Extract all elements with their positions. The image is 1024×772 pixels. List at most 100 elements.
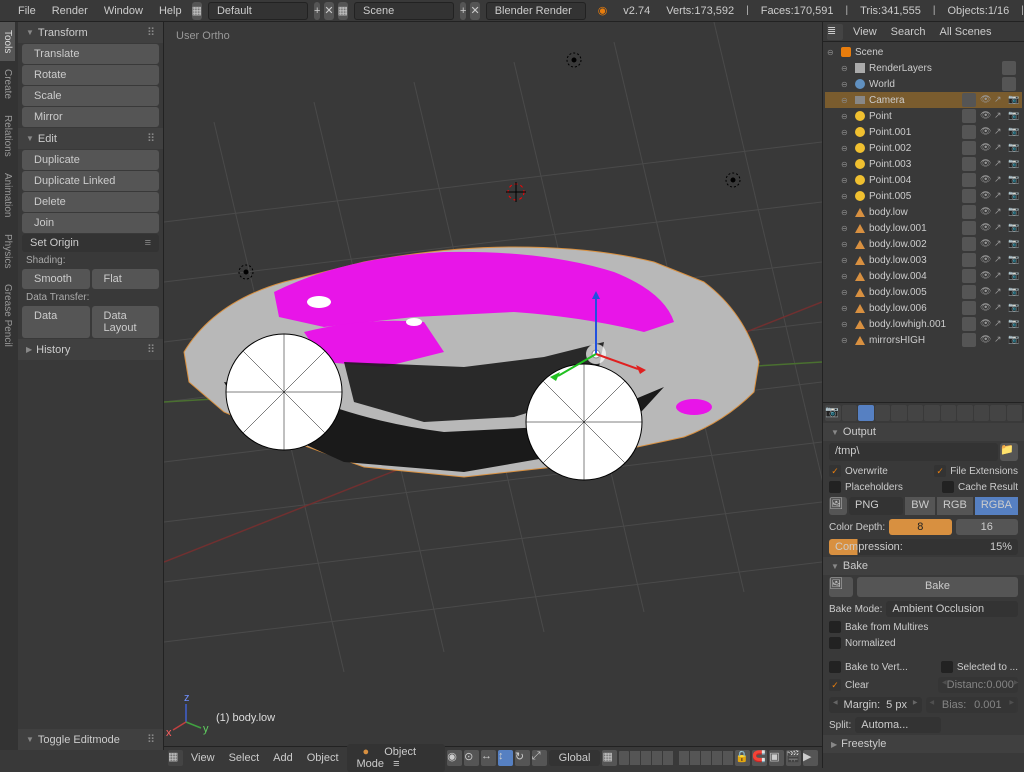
freestyle-header[interactable]: Freestyle (823, 735, 1024, 753)
tab-tools[interactable]: Tools (0, 22, 15, 61)
menu-file[interactable]: File (10, 5, 44, 17)
clear-check[interactable] (829, 679, 841, 691)
renderer-selector[interactable]: Blender Render (486, 2, 586, 20)
layout-delete-icon[interactable]: ✕ (324, 2, 333, 20)
placeholders-check[interactable] (829, 481, 841, 493)
outliner-item-body-lowhigh-001[interactable]: ⊖body.lowhigh.001👁↗📷 (825, 316, 1022, 332)
toggle-editmode-header[interactable]: Toggle Editmode⠿ (18, 729, 163, 750)
overwrite-check[interactable] (829, 465, 841, 477)
orientation-selector[interactable]: Global (549, 750, 601, 766)
set-origin-dropdown[interactable]: Set Origin (22, 234, 159, 252)
join-button[interactable]: Join (22, 213, 159, 233)
menu-add[interactable]: Add (267, 752, 299, 764)
render-anim-icon[interactable]: ▶ (803, 750, 818, 766)
format-dropdown[interactable]: PNG (849, 497, 903, 515)
bake-image-icon[interactable]: 🖼 (829, 577, 853, 597)
tab-render[interactable]: 📷 (825, 405, 841, 421)
tab-data[interactable] (941, 405, 957, 421)
outliner-item-Scene[interactable]: ⊖Scene (825, 44, 1022, 60)
tab-texture[interactable] (974, 405, 990, 421)
outliner-display-mode[interactable]: All Scenes (936, 26, 996, 38)
editor-type-outliner-icon[interactable]: ≣ (827, 24, 843, 40)
mode-selector[interactable]: ● Object Mode ≡ (347, 744, 446, 772)
scene-selector[interactable]: Scene (354, 2, 454, 20)
pivot-icon[interactable]: ⊙ (464, 750, 479, 766)
compression-slider[interactable]: Compression:15% (829, 539, 1018, 555)
outliner-item-body-low-006[interactable]: ⊖body.low.006👁↗📷 (825, 300, 1022, 316)
file-ext-check[interactable] (934, 465, 946, 477)
split-dropdown[interactable]: Automa... (855, 717, 940, 733)
menu-object[interactable]: Object (301, 752, 345, 764)
history-header[interactable]: History⠿ (18, 339, 163, 360)
layer-buttons[interactable] (619, 751, 733, 765)
outliner-item-Point-001[interactable]: ⊖Point.001👁↗📷 (825, 124, 1022, 140)
tab-render-layers[interactable] (842, 405, 858, 421)
tab-particles[interactable] (990, 405, 1006, 421)
lock-camera-icon[interactable]: 🔒 (735, 750, 750, 766)
mirror-button[interactable]: Mirror (22, 107, 159, 127)
outliner-item-Point-005[interactable]: ⊖Point.005👁↗📷 (825, 188, 1022, 204)
scene-delete-icon[interactable]: ✕ (470, 2, 479, 20)
output-path-field[interactable]: /tmp\ (829, 443, 998, 461)
tab-relations[interactable]: Relations (0, 107, 15, 165)
tab-physics[interactable] (1007, 405, 1023, 421)
outliner-menu-view[interactable]: View (849, 26, 881, 38)
depth-16-button[interactable]: 16 (956, 519, 1018, 535)
data-button[interactable]: Data (22, 306, 90, 338)
manipulator-scale-icon[interactable]: ⤢ (532, 750, 547, 766)
rgba-button[interactable]: RGBA (975, 497, 1018, 515)
bw-button[interactable]: BW (905, 497, 935, 515)
depth-8-button[interactable]: 8 (889, 519, 951, 535)
snap-element-icon[interactable]: ▣ (769, 750, 784, 766)
translate-button[interactable]: Translate (22, 44, 159, 64)
editor-type-icon[interactable]: ▦ (168, 750, 183, 766)
layout-add-icon[interactable]: + (314, 2, 320, 20)
selected-to-check[interactable] (941, 661, 953, 673)
output-header[interactable]: Output (823, 423, 1024, 441)
layout-browse-icon[interactable]: ▦ (192, 2, 202, 20)
tab-scene[interactable] (858, 405, 874, 421)
outliner-item-Point-004[interactable]: ⊖Point.004👁↗📷 (825, 172, 1022, 188)
shading-solid-icon[interactable]: ◉ (447, 750, 462, 766)
tab-world[interactable] (875, 405, 891, 421)
tab-animation[interactable]: Animation (0, 165, 15, 225)
data-layout-button[interactable]: Data Layout (92, 306, 160, 338)
outliner-item-body-low-002[interactable]: ⊖body.low.002👁↗📷 (825, 236, 1022, 252)
3d-viewport[interactable]: User Ortho (164, 22, 822, 750)
outliner-item-World[interactable]: ⊖World (825, 76, 1022, 92)
tab-material[interactable] (957, 405, 973, 421)
menu-help[interactable]: Help (151, 5, 190, 17)
normalized-check[interactable] (829, 637, 841, 649)
outliner-menu-search[interactable]: Search (887, 26, 930, 38)
delete-button[interactable]: Delete (22, 192, 159, 212)
outliner-item-Camera[interactable]: ⊖Camera👁↗📷 (825, 92, 1022, 108)
duplicate-linked-button[interactable]: Duplicate Linked (22, 171, 159, 191)
manipulator-translate-icon[interactable]: ↕ (498, 750, 513, 766)
margin-field[interactable]: Margin:5 px (829, 697, 922, 713)
scene-browse-icon[interactable]: ▦ (338, 2, 348, 20)
outliner-item-body-low-003[interactable]: ⊖body.low.003👁↗📷 (825, 252, 1022, 268)
bake-header[interactable]: Bake (823, 557, 1024, 575)
bake-mode-dropdown[interactable]: Ambient Occlusion (886, 601, 1018, 617)
bake-button[interactable]: Bake (857, 577, 1018, 597)
smooth-button[interactable]: Smooth (22, 269, 90, 289)
bake-multires-check[interactable] (829, 621, 841, 633)
manipulator-rotate-icon[interactable]: ↻ (515, 750, 530, 766)
outliner-item-body-low-005[interactable]: ⊖body.low.005👁↗📷 (825, 284, 1022, 300)
outliner-item-Point[interactable]: ⊖Point👁↗📷 (825, 108, 1022, 124)
flat-button[interactable]: Flat (92, 269, 160, 289)
outliner-item-Point-003[interactable]: ⊖Point.003👁↗📷 (825, 156, 1022, 172)
cache-result-check[interactable] (942, 481, 954, 493)
scene-add-icon[interactable]: + (460, 2, 466, 20)
outliner-item-body-low-001[interactable]: ⊖body.low.001👁↗📷 (825, 220, 1022, 236)
layout-selector[interactable]: Default (208, 2, 308, 20)
tab-object[interactable] (891, 405, 907, 421)
outliner-item-mirrorsHIGH[interactable]: ⊖mirrorsHIGH👁↗📷 (825, 332, 1022, 348)
duplicate-button[interactable]: Duplicate (22, 150, 159, 170)
outliner-item-body-low[interactable]: ⊖body.low👁↗📷 (825, 204, 1022, 220)
menu-view[interactable]: View (185, 752, 221, 764)
menu-window[interactable]: Window (96, 5, 151, 17)
outliner-item-RenderLayers[interactable]: ⊖RenderLayers (825, 60, 1022, 76)
tab-physics[interactable]: Physics (0, 226, 15, 276)
tab-constraints[interactable] (908, 405, 924, 421)
